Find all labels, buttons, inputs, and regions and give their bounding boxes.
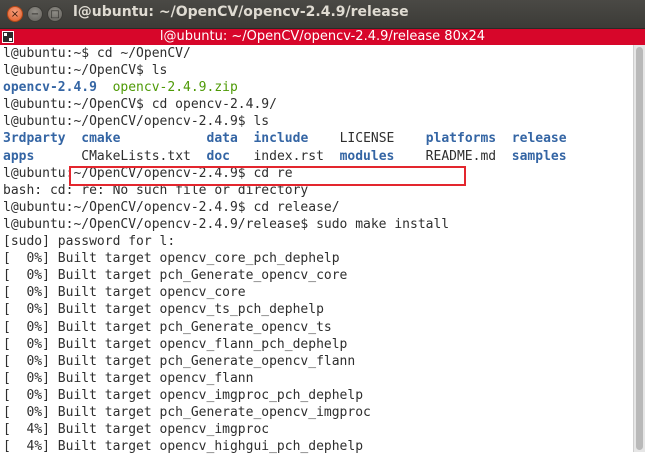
terminal-text: apps xyxy=(3,148,35,164)
terminal-text: [ 0%] Built target opencv_imgproc_pch_de… xyxy=(3,387,364,403)
terminal-line: [sudo] password for l: xyxy=(3,233,631,250)
scrollbar-thumb[interactable] xyxy=(636,47,643,450)
terminal-text: [ 0%] Built target opencv_ts_pch_dephelp xyxy=(3,302,324,318)
highlight-box xyxy=(69,166,466,186)
terminal-text: opencv-2.4.9 xyxy=(3,80,97,96)
terminal-text: CMakeLists.txt xyxy=(34,148,207,164)
terminal-line: [ 4%] Built target opencv_highgui_pch_de… xyxy=(3,438,631,455)
terminal-line: apps CMakeLists.txt doc index.rst module… xyxy=(3,148,631,165)
terminal-line: [ 0%] Built target pch_Generate_opencv_t… xyxy=(3,319,631,336)
terminal-text: samples xyxy=(511,148,567,164)
terminal-line: [ 4%] Built target opencv_imgproc xyxy=(3,421,631,438)
terminal-text: cmake xyxy=(81,131,121,147)
terminal-text: modules xyxy=(339,148,395,164)
terminal-line: [ 0%] Built target opencv_core_pch_dephe… xyxy=(3,250,631,267)
terminal-line: opencv-2.4.9 opencv-2.4.9.zip xyxy=(3,79,631,96)
terminal-line: [ 0%] Built target opencv_imgproc_pch_de… xyxy=(3,387,631,404)
terminal-text: 3rdparty xyxy=(3,131,66,147)
terminal-text: l@ubuntu:~$ cd ~/OpenCV/ xyxy=(3,46,191,61)
terminal-text: [ 0%] Built target opencv_core_pch_dephe… xyxy=(3,251,340,267)
terminal-text: doc xyxy=(206,148,230,164)
terminal-line: [ 0%] Built target opencv_flann_pch_deph… xyxy=(3,336,631,353)
terminal-line: l@ubuntu:~/OpenCV$ ls xyxy=(3,62,631,79)
terminal-line: [ 0%] Built target pch_Generate_opencv_c… xyxy=(3,267,631,284)
terminal-text: [ 0%] Built target pch_Generate_opencv_f… xyxy=(3,353,356,369)
terminal-text: release xyxy=(511,131,567,147)
terminal-text: data xyxy=(206,131,238,147)
terminal-size-label: l@ubuntu: ~/OpenCV/opencv-2.4.9/release … xyxy=(159,29,486,44)
terminal-text: l@ubuntu:~/OpenCV$ ls xyxy=(3,63,168,79)
maximize-icon[interactable]: □ xyxy=(47,6,63,22)
terminal-line: l@ubuntu:~/OpenCV$ cd opencv-2.4.9/ xyxy=(3,96,631,113)
terminal-text: [ 0%] Built target pch_Generate_opencv_t… xyxy=(3,319,332,335)
terminal-text: [ 0%] Built target opencv_flann xyxy=(3,370,254,386)
minimize-icon[interactable]: − xyxy=(27,6,43,22)
close-icon[interactable]: × xyxy=(7,6,23,22)
terminal-text: [sudo] password for l: xyxy=(3,234,176,250)
terminal-line: [ 0%] Built target pch_Generate_opencv_f… xyxy=(3,353,631,370)
terminal-text: l@ubuntu:~/OpenCV/opencv-2.4.9$ cd relea… xyxy=(3,199,340,215)
terminal-text: README.md xyxy=(394,148,512,164)
terminal-text: l@ubuntu:~/OpenCV$ cd opencv-2.4.9/ xyxy=(3,97,277,113)
terminal-text: [ 0%] Built target opencv_core xyxy=(3,285,246,301)
terminal-text: [ 0%] Built target pch_Generate_opencv_i… xyxy=(3,404,371,420)
terminal-line: l@ubuntu:~/OpenCV/opencv-2.4.9$ ls xyxy=(3,113,631,130)
terminal-line: [ 0%] Built target opencv_ts_pch_dephelp xyxy=(3,301,631,318)
terminal-text: [ 0%] Built target opencv_flann_pch_deph… xyxy=(3,336,348,352)
terminal-line: [ 0%] Built target opencv_flann xyxy=(3,370,631,387)
terminal-text: l@ubuntu:~/OpenCV/opencv-2.4.9$ ls xyxy=(3,114,270,130)
terminal-size-banner: l@ubuntu: ~/OpenCV/opencv-2.4.9/release … xyxy=(0,29,645,45)
terminal-line: l@ubuntu:~$ cd ~/OpenCV/ xyxy=(3,45,631,62)
terminal-line: l@ubuntu:~/OpenCV/opencv-2.4.9/release$ … xyxy=(3,216,631,233)
scrollbar[interactable] xyxy=(633,45,645,452)
terminal-line: 3rdparty cmake data include LICENSE plat… xyxy=(3,130,631,147)
terminal-line: [ 0%] Built target opencv_core xyxy=(3,284,631,301)
terminal-text: [ 0%] Built target pch_Generate_opencv_c… xyxy=(3,268,348,284)
terminal-text: l@ubuntu:~/OpenCV/opencv-2.4.9/release$ … xyxy=(3,216,450,232)
terminal-line: l@ubuntu:~/OpenCV/opencv-2.4.9$ cd relea… xyxy=(3,199,631,216)
terminal-text: platforms xyxy=(425,131,497,147)
terminal-text: [ 4%] Built target opencv_imgproc xyxy=(3,422,270,438)
terminal-line: [ 0%] Built target pch_Generate_opencv_i… xyxy=(3,404,631,421)
terminal-text: include xyxy=(253,131,309,147)
window-title: l@ubuntu: ~/OpenCV/opencv-2.4.9/release xyxy=(73,4,409,20)
terminal-text: LICENSE xyxy=(308,131,426,147)
terminal-text: opencv-2.4.9.zip xyxy=(112,80,238,96)
terminal-output[interactable]: l@ubuntu:~$ cd ~/OpenCV/l@ubuntu:~/OpenC… xyxy=(3,45,631,455)
terminal-text: index.rst xyxy=(229,148,340,164)
window-titlebar[interactable]: × − □ l@ubuntu: ~/OpenCV/opencv-2.4.9/re… xyxy=(0,0,645,29)
